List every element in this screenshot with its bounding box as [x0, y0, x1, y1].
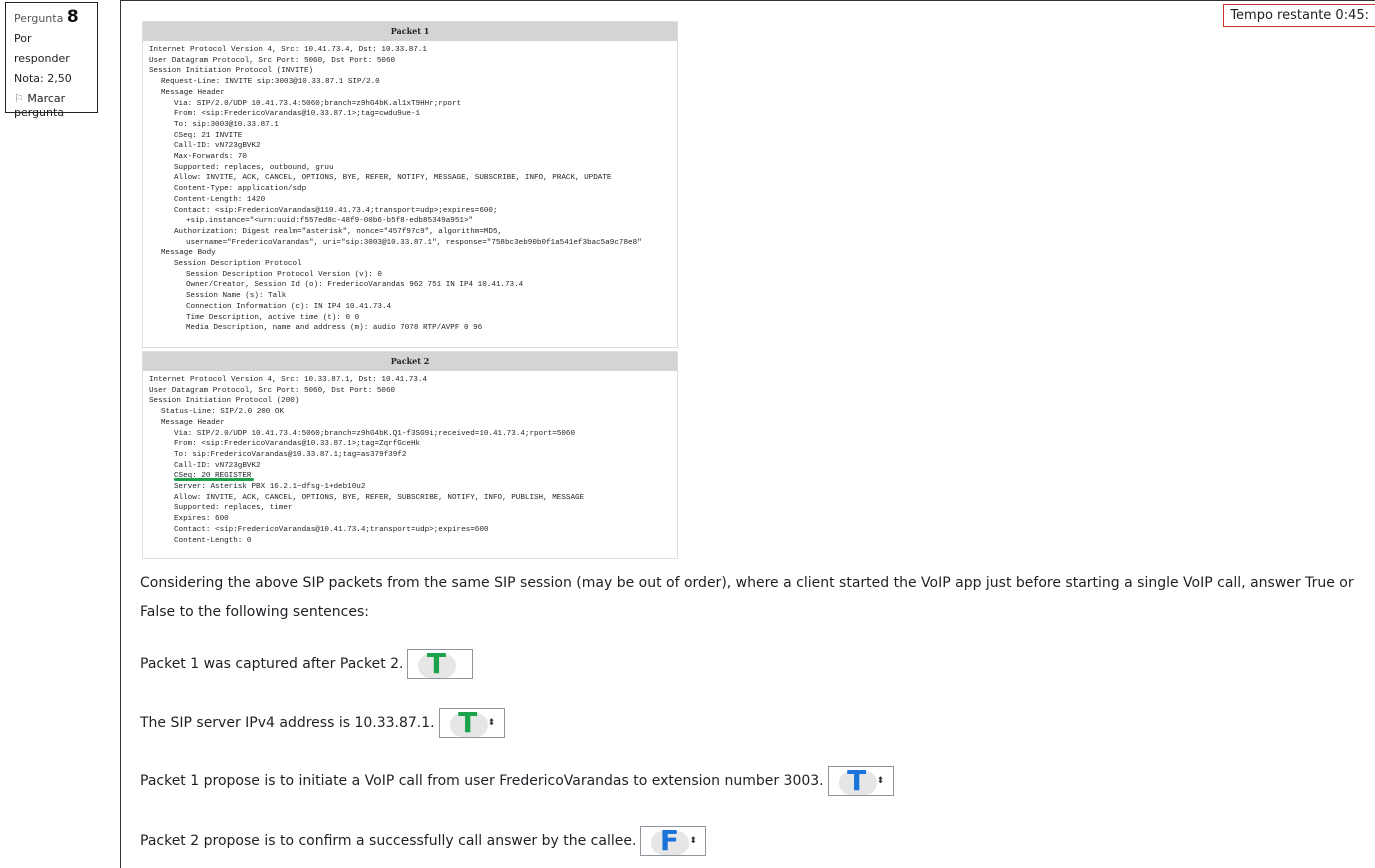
packet-line: Content-Length: 0: [174, 536, 252, 545]
sentence-row: Packet 2 propose is to confirm a success…: [140, 824, 707, 857]
packet-body: Internet Protocol Version 4, Src: 10.33.…: [143, 371, 677, 550]
sentence-row: Packet 1 was captured after Packet 2. T: [140, 647, 474, 680]
handwritten-answer: T: [426, 647, 447, 680]
packet-line: Internet Protocol Version 4, Src: 10.33.…: [149, 376, 427, 384]
sentence-row: Packet 1 propose is to initiate a VoIP c…: [140, 766, 894, 796]
packet-line: Content-Length: 1420: [174, 195, 266, 204]
sentence-row: The SIP server IPv4 address is 10.33.87.…: [140, 708, 505, 738]
packet-line: Server: Asterisk PBX 16.2.1~dfsg-1+deb10…: [174, 483, 366, 492]
true-false-select[interactable]: T: [407, 647, 474, 680]
packet-line: Session Initiation Protocol (INVITE): [149, 67, 314, 76]
packet-line: Session Description Protocol: [174, 260, 302, 269]
true-false-select[interactable]: F ⬍: [640, 824, 707, 857]
packet-body: Internet Protocol Version 4, Src: 10.41.…: [143, 41, 677, 338]
question-number: Pergunta 8: [14, 7, 79, 27]
handwritten-answer: T: [847, 764, 867, 797]
packet-line: Session Description Protocol Version (v)…: [186, 270, 382, 279]
packet-line: Message Header: [161, 88, 225, 97]
question-info: Pergunta 8 Por responder Nota: 2,50 ⚐ Ma…: [5, 2, 98, 119]
sentence-text: Packet 1 propose is to initiate a VoIP c…: [140, 773, 824, 789]
flag-question-link[interactable]: ⚐ Marcar pergunta: [14, 92, 89, 120]
packet-line: Contact: <sip:FredericoVarandas@110.41.7…: [174, 206, 498, 215]
packet-line: Media Description, name and address (m):…: [186, 324, 483, 333]
packet-line: Session Initiation Protocol (200): [149, 397, 300, 406]
packet-title: Packet 2: [143, 352, 677, 371]
packet-line: Contact: <sip:FredericoVarandas@10.41.73…: [174, 525, 489, 534]
select-arrows-icon: ⬍: [876, 776, 885, 786]
packet-line: Session Name (s): Talk: [186, 292, 287, 301]
question-grade: Nota: 2,50: [14, 72, 72, 85]
packet-line: From: <sip:FredericoVarandas@10.33.87.1>…: [174, 110, 421, 119]
packet-line: Allow: INVITE, ACK, CANCEL, OPTIONS, BYE…: [174, 174, 612, 183]
packet-line: Content-Type: application/sdp: [174, 185, 307, 194]
packet-line: Via: SIP/2.0/UDP 10.41.73.4:5060;branch=…: [174, 99, 462, 108]
packet-line: Time Description, active time (t): 0 0: [186, 313, 360, 322]
packet-line: Authorization: Digest realm="asterisk", …: [174, 227, 503, 236]
sentence-text: Packet 1 was captured after Packet 2.: [140, 656, 404, 672]
packet-line: User Datagram Protocol, Src Port: 5060, …: [149, 56, 396, 65]
question-status: Por responder: [14, 32, 70, 65]
packet-line: Connection Information (c): IN IP4 10.41…: [186, 302, 392, 311]
packet-line: User Datagram Protocol, Src Port: 5060, …: [149, 386, 396, 395]
packet-line: Message Body: [161, 249, 216, 258]
packet-line: +sip.instance="<urn:uuid:f557ed8c-48f9-0…: [186, 217, 474, 226]
true-false-select[interactable]: T ⬍: [827, 764, 894, 797]
packet-1: Packet 1 Internet Protocol Version 4, Sr…: [142, 21, 678, 348]
handwritten-answer: T: [458, 706, 478, 739]
packet-line: Supported: replaces, outbound, gruu: [174, 163, 334, 172]
packet-line: Call-ID: vN723gBVK2: [174, 142, 261, 151]
select-arrows-icon: ⬍: [487, 718, 496, 728]
question-text: Considering the above SIP packets from t…: [140, 575, 1354, 620]
sentence-text: The SIP server IPv4 address is 10.33.87.…: [140, 715, 435, 731]
packet-line: Max-Forwards: 70: [174, 153, 247, 162]
handwritten-underline: [174, 478, 254, 481]
flag-icon: ⚐: [14, 92, 24, 105]
packet-title: Packet 1: [143, 22, 677, 41]
question-content: Tempo restante 0:45: Packet 1 Internet P…: [120, 0, 1375, 868]
packet-line: CSeq: 21 INVITE: [174, 131, 243, 140]
packet-line: username="FredericoVarandas", uri="sip:3…: [186, 238, 642, 247]
packet-line: Owner/Creator, Session Id (o): Frederico…: [186, 281, 524, 290]
packet-line: Request-Line: INVITE sip:3003@10.33.87.1…: [161, 78, 380, 87]
packet-line: To: sip:3003@10.33.87.1: [174, 120, 279, 129]
packet-line: Status-Line: SIP/2.0 200 OK: [161, 408, 285, 417]
packet-line: To: sip:FredericoVarandas@10.33.87.1;tag…: [174, 450, 407, 459]
packet-line: Message Header: [161, 418, 225, 427]
packet-line: Via: SIP/2.0/UDP 10.41.73.4:5060;branch=…: [174, 429, 576, 438]
packet-line: Allow: INVITE, ACK, CANCEL, OPTIONS, BYE…: [174, 493, 585, 502]
sentence-text: Packet 2 propose is to confirm a success…: [140, 833, 637, 849]
packet-2: Packet 2 Internet Protocol Version 4, Sr…: [142, 351, 678, 559]
packet-line: Call-ID: vN723gBVK2: [174, 461, 261, 470]
packet-line: From: <sip:FredericoVarandas@10.33.87.1>…: [174, 440, 421, 449]
select-arrows-icon: ⬍: [689, 836, 697, 846]
timer: Tempo restante 0:45:: [1223, 4, 1375, 27]
handwritten-answer: F: [659, 824, 679, 857]
packet-line: Expires: 600: [174, 515, 229, 524]
packet-line: Supported: replaces, timer: [174, 504, 293, 513]
packet-line: Internet Protocol Version 4, Src: 10.41.…: [149, 46, 427, 54]
true-false-select[interactable]: T ⬍: [438, 706, 505, 739]
